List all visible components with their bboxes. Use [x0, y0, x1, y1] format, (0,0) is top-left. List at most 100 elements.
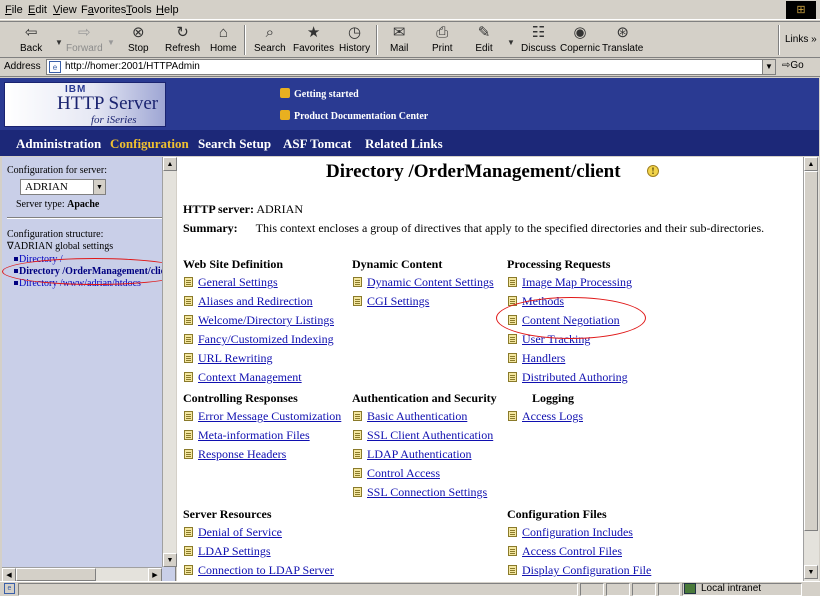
scroll-left-button[interactable]: ◀ [2, 568, 16, 582]
page-icon [353, 468, 362, 478]
history-button[interactable]: ◷ History [339, 24, 370, 57]
tree-root-global-settings[interactable]: ∇ADRIAN global settings [7, 241, 113, 252]
link-connection-to-ldap-server[interactable]: Connection to LDAP Server [184, 563, 334, 578]
status-panel [580, 583, 604, 596]
link-cgi-settings[interactable]: CGI Settings [353, 294, 429, 309]
main-vertical-scrollbar[interactable]: ▲ ▼ [803, 157, 819, 581]
link-meta-information-files[interactable]: Meta-information Files [184, 428, 310, 443]
favorites-button[interactable]: ★ Favorites [293, 24, 334, 57]
stop-icon: ⊗ [131, 24, 145, 41]
translate-button[interactable]: ⊛ Translate [602, 24, 643, 57]
scroll-down-button[interactable]: ▼ [804, 565, 818, 579]
forward-button[interactable]: ⇨ Forward [66, 24, 103, 57]
copernic-icon: ◉ [573, 24, 587, 41]
edit-dropdown[interactable]: ▼ [507, 38, 515, 47]
back-arrow-icon: ⇦ [24, 24, 38, 41]
tree-item-directory-htdocs[interactable]: Directory /www/adrian/htdocs [14, 278, 141, 289]
link-ldap-settings[interactable]: LDAP Settings [184, 544, 271, 559]
link-dynamic-content-settings[interactable]: Dynamic Content Settings [353, 275, 494, 290]
refresh-button[interactable]: ↻ Refresh [165, 24, 200, 57]
scroll-up-button[interactable]: ▲ [804, 157, 818, 171]
page-icon [184, 430, 193, 440]
edit-button[interactable]: ✎ Edit [475, 24, 493, 57]
back-dropdown[interactable]: ▼ [55, 38, 63, 47]
toolbar-separator [244, 25, 246, 55]
link-access-control-files[interactable]: Access Control Files [508, 544, 622, 559]
menu-favorites[interactable]: Favorites [81, 4, 126, 16]
menu-view[interactable]: View [53, 4, 77, 16]
link-response-headers[interactable]: Response Headers [184, 447, 286, 462]
stop-button[interactable]: ⊗ Stop [128, 24, 149, 57]
link-aliases-redirection[interactable]: Aliases and Redirection [184, 294, 313, 309]
tab-asf-tomcat[interactable]: ASF Tomcat [283, 136, 352, 152]
discuss-button[interactable]: ☷ Discuss [521, 24, 556, 57]
main-content: Directory /OrderManagement/client ! HTTP… [177, 157, 803, 581]
link-context-management[interactable]: Context Management [184, 370, 302, 385]
left-horizontal-scrollbar[interactable]: ◀ ▶ [2, 567, 162, 582]
page-icon [353, 487, 362, 497]
mail-button[interactable]: ✉ Mail [390, 24, 408, 57]
tab-administration[interactable]: Administration [16, 136, 101, 152]
address-input[interactable]: e http://homer:2001/HTTPAdmin ▼ [46, 59, 776, 75]
divider [7, 217, 162, 219]
forward-dropdown[interactable]: ▼ [107, 38, 115, 47]
link-ldap-authentication[interactable]: LDAP Authentication [353, 447, 472, 462]
link-denial-of-service[interactable]: Denial of Service [184, 525, 282, 540]
forward-arrow-icon: ⇨ [78, 24, 91, 41]
link-configuration-includes[interactable]: Configuration Includes [508, 525, 633, 540]
scroll-thumb[interactable] [16, 568, 96, 581]
link-user-tracking[interactable]: User Tracking [508, 332, 590, 347]
left-frame-content: Configuration for server: ADRIAN ▼ Serve… [2, 157, 162, 567]
link-url-rewriting[interactable]: URL Rewriting [184, 351, 273, 366]
link-basic-authentication[interactable]: Basic Authentication [353, 409, 467, 424]
scroll-down-button[interactable]: ▼ [163, 553, 177, 567]
address-dropdown[interactable]: ▼ [762, 60, 775, 74]
getting-started-link[interactable]: Getting started [280, 88, 359, 100]
link-ssl-client-authentication[interactable]: SSL Client Authentication [353, 428, 493, 443]
links-button[interactable]: Links » [785, 34, 817, 45]
link-distributed-authoring[interactable]: Distributed Authoring [508, 370, 628, 385]
tree-item-directory-root[interactable]: Directory / [14, 254, 63, 265]
menu-file[interactable]: File [5, 4, 23, 16]
go-button[interactable]: ⇨Go [782, 60, 804, 71]
menu-help[interactable]: Help [156, 4, 179, 16]
link-display-configuration-file[interactable]: Display Configuration File [508, 563, 651, 578]
help-lightbulb-icon[interactable]: ! [647, 165, 659, 177]
left-vertical-scrollbar[interactable]: ▲ ▼ [162, 157, 177, 567]
status-panel [658, 583, 680, 596]
link-fancy-indexing[interactable]: Fancy/Customized Indexing [184, 332, 334, 347]
home-icon: ⌂ [218, 24, 228, 41]
page-title: Directory /OrderManagement/client [326, 161, 621, 182]
tab-search-setup[interactable]: Search Setup [198, 136, 271, 152]
scroll-right-button[interactable]: ▶ [148, 568, 162, 582]
server-select[interactable]: ADRIAN ▼ [20, 179, 106, 195]
print-button[interactable]: ⎙ Print [432, 24, 453, 57]
copernic-button[interactable]: ◉ Copernic [560, 24, 600, 57]
page-icon [508, 372, 517, 382]
link-ssl-connection-settings[interactable]: SSL Connection Settings [353, 485, 487, 500]
link-handlers[interactable]: Handlers [508, 351, 565, 366]
product-docs-link[interactable]: Product Documentation Center [280, 110, 428, 122]
search-button[interactable]: ⌕ Search [254, 24, 286, 57]
link-general-settings[interactable]: General Settings [184, 275, 278, 290]
link-content-negotiation[interactable]: Content Negotiation [508, 313, 620, 328]
link-control-access[interactable]: Control Access [353, 466, 440, 481]
left-frame: Configuration for server: ADRIAN ▼ Serve… [2, 157, 177, 582]
link-image-map-processing[interactable]: Image Map Processing [508, 275, 632, 290]
menu-tools[interactable]: Tools [126, 4, 152, 16]
back-button[interactable]: ⇦ Back [20, 24, 42, 57]
link-welcome-directory-listings[interactable]: Welcome/Directory Listings [184, 313, 334, 328]
page-icon [508, 296, 517, 306]
tab-related-links[interactable]: Related Links [365, 136, 443, 152]
tree-item-directory-ordermanagement[interactable]: Directory /OrderManagement/clie [14, 266, 162, 277]
page-icon: e [49, 61, 61, 73]
link-methods[interactable]: Methods [508, 294, 564, 309]
link-access-logs[interactable]: Access Logs [508, 409, 583, 424]
link-error-message-customization[interactable]: Error Message Customization [184, 409, 341, 424]
home-button[interactable]: ⌂ Home [210, 24, 237, 57]
tab-configuration[interactable]: Configuration [110, 136, 189, 152]
scroll-up-button[interactable]: ▲ [163, 157, 177, 171]
scroll-thumb[interactable] [804, 171, 818, 531]
status-panel [18, 583, 578, 596]
menu-edit[interactable]: Edit [28, 4, 47, 16]
